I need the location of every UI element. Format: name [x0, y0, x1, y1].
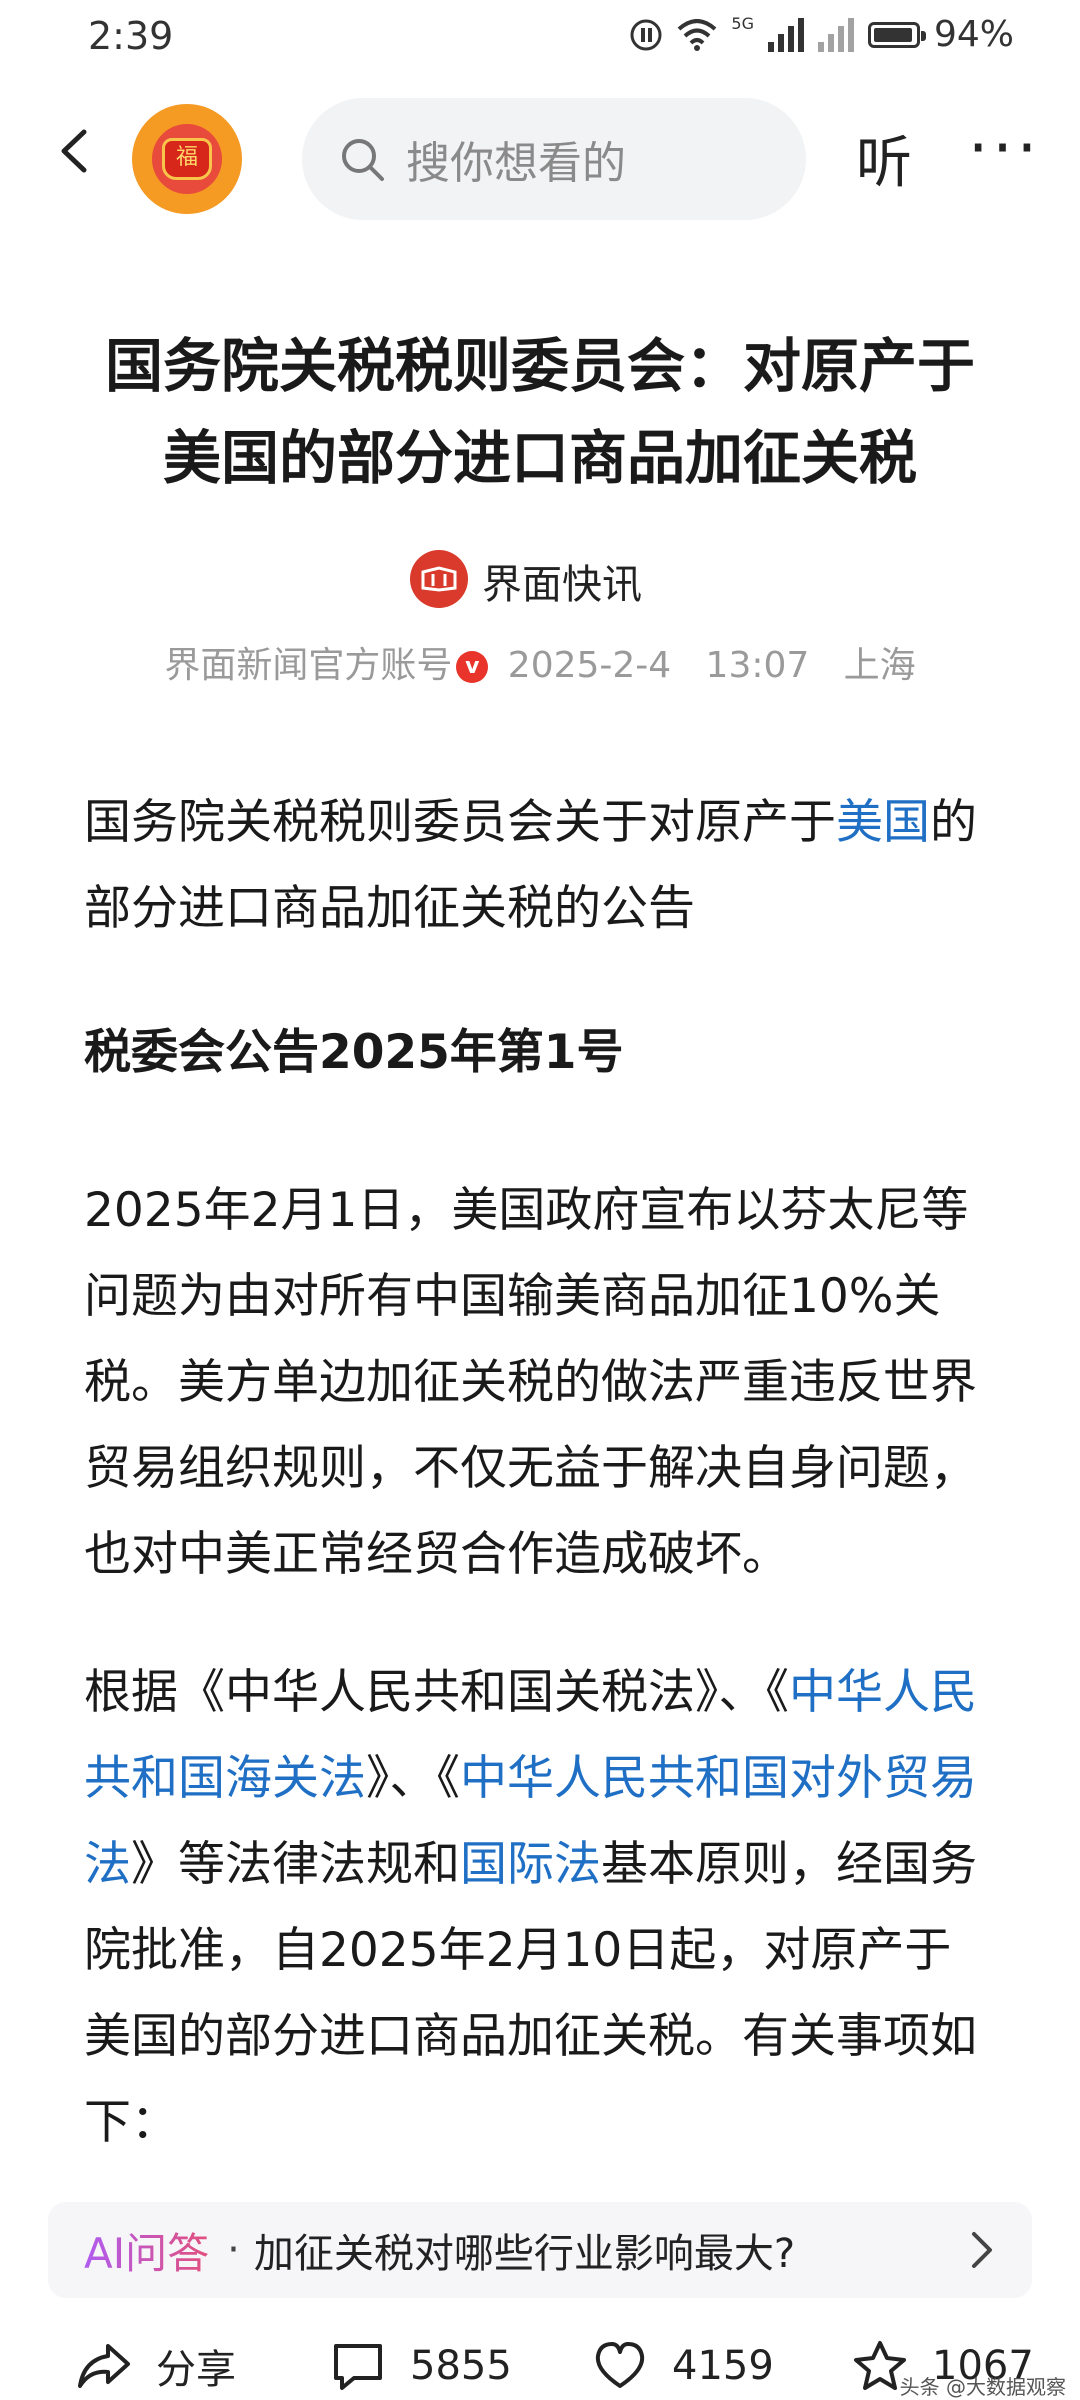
- publish-date: 2025-2-4: [507, 645, 672, 686]
- battery-icon: [867, 21, 926, 48]
- paragraph-4: 根据《中华人民共和国关税法》、《中华人民共和国海关法》、《中华人民共和国对外贸易…: [84, 1665, 977, 2150]
- ai-question: 加征关税对哪些行业影响最大?: [253, 2231, 796, 2277]
- battery-percent: 94%: [933, 14, 1014, 55]
- back-icon[interactable]: [52, 128, 98, 174]
- jiemian-logo-icon: [421, 566, 457, 592]
- link-usa[interactable]: 美国: [836, 795, 930, 850]
- source-logo[interactable]: [410, 550, 468, 608]
- link-international-law[interactable]: 国际法: [460, 1837, 601, 1892]
- publish-time: 13:07: [705, 645, 810, 686]
- account-name: 界面新闻官方账号: [164, 645, 453, 686]
- signal-2-icon: [817, 17, 854, 52]
- watermark: 头条 @大数据观察: [899, 2375, 1066, 2399]
- lucky-bag-icon: 福: [162, 138, 212, 180]
- wifi-icon: [678, 18, 717, 51]
- comment-button[interactable]: 5855: [330, 2336, 512, 2396]
- listen-button[interactable]: 听: [856, 118, 912, 199]
- avatar[interactable]: 福: [132, 104, 242, 214]
- search-icon: [342, 139, 384, 181]
- article-meta: 界面新闻官方账号 v 2025-2-4 13:07 上海: [0, 636, 1080, 688]
- heart-icon: [595, 2342, 645, 2388]
- network-type: 5G: [731, 14, 754, 33]
- like-button[interactable]: 4159: [592, 2336, 774, 2396]
- publish-location: 上海: [843, 645, 916, 686]
- comment-icon: [334, 2344, 382, 2390]
- notice-number: 税委会公告2025年第1号: [84, 1025, 624, 1080]
- share-icon: [78, 2344, 130, 2388]
- share-button[interactable]: 分享: [76, 2336, 236, 2396]
- signal-icon: [767, 17, 804, 52]
- chevron-right-icon: [972, 2232, 992, 2268]
- status-time: 2:39: [88, 14, 174, 58]
- like-count: 4159: [672, 2343, 774, 2389]
- status-icons: 5G 94%: [629, 14, 1014, 55]
- comment-count: 5855: [410, 2343, 512, 2389]
- paragraph-1: 国务院关税税则委员会关于对原产于美国的部分进口商品加征关税的公告: [84, 795, 977, 936]
- search-placeholder: 搜你想看的: [406, 138, 626, 189]
- more-icon[interactable]: ···: [968, 112, 1041, 186]
- mute-icon: [630, 19, 662, 50]
- article-title: 国务院关税税则委员会：对原产于 美国的部分进口商品加征关税: [104, 332, 975, 492]
- share-label: 分享: [156, 2347, 236, 2393]
- paragraph-3: 2025年2月1日，美国政府宣布以芬太尼等问题为由对所有中国输美商品加征10%关…: [84, 1183, 977, 1582]
- verified-icon: v: [456, 651, 489, 683]
- search-input[interactable]: 搜你想看的: [302, 98, 806, 220]
- ai-question-bar[interactable]: AI问答 · 加征关税对哪些行业影响最大?: [48, 2202, 1032, 2298]
- source-name[interactable]: 界面快讯: [482, 552, 642, 610]
- ai-label: AI问答: [84, 2220, 209, 2281]
